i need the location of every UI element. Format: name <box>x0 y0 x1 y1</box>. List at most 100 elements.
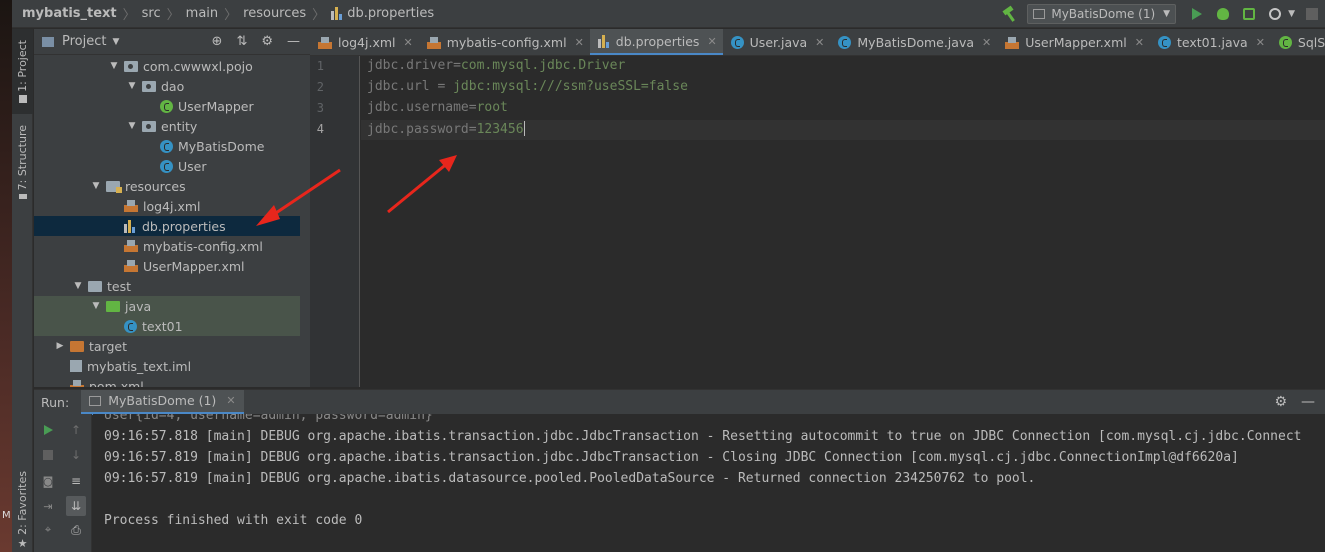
annotation-arrow <box>387 155 457 214</box>
java-class-icon <box>730 36 744 49</box>
property-value: root <box>476 100 508 115</box>
code-editor[interactable]: jdbc.driver=com.mysql.jdbc.Driver jdbc.ur… <box>361 56 1325 387</box>
editor-tab[interactable]: text01.java ✕ <box>1150 29 1271 55</box>
coverage-shield-icon <box>1243 7 1256 20</box>
java-class-icon <box>160 159 173 173</box>
tree-item[interactable]: MyBatisDome <box>34 136 300 156</box>
breadcrumb-src[interactable]: src <box>142 6 161 21</box>
gear-icon[interactable]: ⚙ <box>1274 394 1287 410</box>
breadcrumb-resources[interactable]: resources <box>243 6 306 21</box>
arrow-up-icon[interactable]: ↑ <box>66 420 86 440</box>
tree-item[interactable]: ▼ com.cwwwxl.pojo <box>34 56 300 76</box>
xml-file-icon <box>318 36 332 49</box>
chevron-down-icon[interactable]: ▼ <box>1288 9 1295 19</box>
scroll-to-end-icon[interactable]: ⇊ <box>66 496 86 516</box>
chevron-down-icon[interactable]: ▼ <box>112 37 119 47</box>
print-icon[interactable]: ⎙ <box>66 520 86 540</box>
expand-arrow-icon[interactable]: ▼ <box>126 81 138 91</box>
tree-item[interactable]: text01 <box>34 316 300 336</box>
stop-button[interactable] <box>38 445 58 465</box>
tab-favorites-tool[interactable]: 2: Favorites ★ <box>12 469 33 552</box>
tree-item[interactable]: UserMapper <box>34 96 300 116</box>
property-value: jdbc:mysql:///ssm?useSSL=false <box>453 79 688 94</box>
tree-item[interactable]: mybatis_text.iml <box>34 356 300 376</box>
close-icon[interactable]: ✕ <box>707 35 716 48</box>
text-caret <box>523 121 525 136</box>
editor-tab[interactable]: UserMapper.xml ✕ <box>997 29 1150 55</box>
code-line: jdbc.password=123456 <box>367 121 525 137</box>
line-number: 1 <box>316 59 324 73</box>
editor-tab[interactable]: MyBatisDome.java ✕ <box>830 29 997 55</box>
tree-item-label: entity <box>161 118 198 134</box>
line-number: 3 <box>316 101 324 115</box>
tree-item[interactable]: ▼ entity <box>34 116 300 136</box>
close-icon[interactable]: ✕ <box>226 394 235 407</box>
gear-icon[interactable]: ⚙ <box>261 34 273 49</box>
tree-item[interactable]: ▶ target <box>34 336 300 356</box>
login-icon[interactable]: ⇥ <box>38 496 58 516</box>
editor-tab[interactable]: User.java ✕ <box>723 29 831 55</box>
tab-structure-tool[interactable]: 7: Structure <box>12 117 33 207</box>
project-view-selector[interactable]: Project <box>62 34 106 49</box>
tree-item[interactable]: pom.xml <box>34 376 300 387</box>
debug-button[interactable] <box>1213 4 1233 24</box>
expand-arrow-icon[interactable]: ▼ <box>72 281 84 291</box>
expand-arrow-icon[interactable]: ▼ <box>126 121 138 131</box>
camera-icon[interactable]: ◙ <box>38 471 58 491</box>
breadcrumb-file[interactable]: db.properties <box>347 6 434 21</box>
tree-item[interactable]: ▼ java <box>34 296 300 316</box>
editor-tab[interactable]: mybatis-config.xml ✕ <box>419 29 590 55</box>
hide-panel-icon[interactable]: — <box>1301 394 1315 410</box>
tree-item-label: target <box>89 338 128 354</box>
arrow-down-icon[interactable]: ↓ <box>66 445 86 465</box>
run-tab-mybatisdome[interactable]: MyBatisDome (1) ✕ <box>81 389 244 415</box>
coverage-button[interactable] <box>1239 4 1259 24</box>
breadcrumb: mybatis_text 〉 src 〉 main 〉 resources 〉 … <box>12 4 995 23</box>
expand-arrow-icon[interactable]: ▼ <box>90 181 102 191</box>
tree-item[interactable]: ▼ dao <box>34 76 300 96</box>
collapse-arrow-icon[interactable]: ▶ <box>54 341 66 351</box>
play-icon <box>43 425 53 435</box>
tree-item[interactable]: mybatis-config.xml <box>34 236 300 256</box>
tree-item-label: text01 <box>142 318 183 334</box>
close-icon[interactable]: ✕ <box>1135 36 1144 49</box>
editor-tab[interactable]: log4j.xml ✕ <box>310 29 419 55</box>
application-config-icon <box>1033 8 1046 19</box>
console-line: User{id=4, username=admin, password=admi… <box>104 414 433 423</box>
breadcrumb-main[interactable]: main <box>186 6 218 21</box>
expand-arrow-icon[interactable]: ▼ <box>108 61 120 71</box>
pin-icon[interactable]: ⌖ <box>38 520 58 540</box>
close-icon[interactable]: ✕ <box>404 36 413 49</box>
tab-project-tool[interactable]: 1: Project <box>12 29 33 114</box>
tree-item-label: mybatis_text.iml <box>87 358 192 374</box>
stop-button[interactable] <box>1302 4 1322 24</box>
close-icon[interactable]: ✕ <box>815 36 824 49</box>
profiler-icon <box>1269 7 1282 20</box>
hide-panel-icon[interactable]: — <box>287 34 300 49</box>
run-button[interactable] <box>1187 4 1207 24</box>
console-output[interactable]: User{id=4, username=admin, password=admi… <box>93 414 1325 552</box>
build-hammer-icon[interactable] <box>1001 6 1017 22</box>
tree-item-label: mybatis-config.xml <box>143 238 263 254</box>
editor-tab[interactable]: SqlSession✕ <box>1271 29 1325 55</box>
resources-folder-icon <box>106 180 122 193</box>
breadcrumb-separator: 〉 <box>224 8 238 23</box>
breadcrumb-project[interactable]: mybatis_text <box>22 6 117 21</box>
properties-file-icon <box>124 219 137 233</box>
close-icon[interactable]: ✕ <box>1256 36 1265 49</box>
tree-item[interactable]: UserMapper.xml <box>34 256 300 276</box>
collapse-all-icon[interactable]: ⇅ <box>236 34 247 49</box>
bug-icon <box>1217 7 1230 20</box>
close-icon[interactable]: ✕ <box>982 36 991 49</box>
editor-tab[interactable]: db.properties ✕ <box>589 29 723 55</box>
tree-item[interactable]: ▼ test <box>34 276 300 296</box>
application-config-icon <box>89 395 102 406</box>
soft-wrap-icon[interactable]: ≡ <box>66 471 86 491</box>
expand-arrow-icon[interactable]: ▼ <box>90 301 102 311</box>
run-configuration-select[interactable]: MyBatisDome (1) ▼ <box>1027 3 1177 24</box>
profile-button[interactable] <box>1265 4 1285 24</box>
rerun-button[interactable] <box>38 420 58 440</box>
run-tab-label: MyBatisDome (1) <box>108 393 217 408</box>
locate-target-icon[interactable]: ⊕ <box>212 34 223 49</box>
close-icon[interactable]: ✕ <box>575 36 584 49</box>
